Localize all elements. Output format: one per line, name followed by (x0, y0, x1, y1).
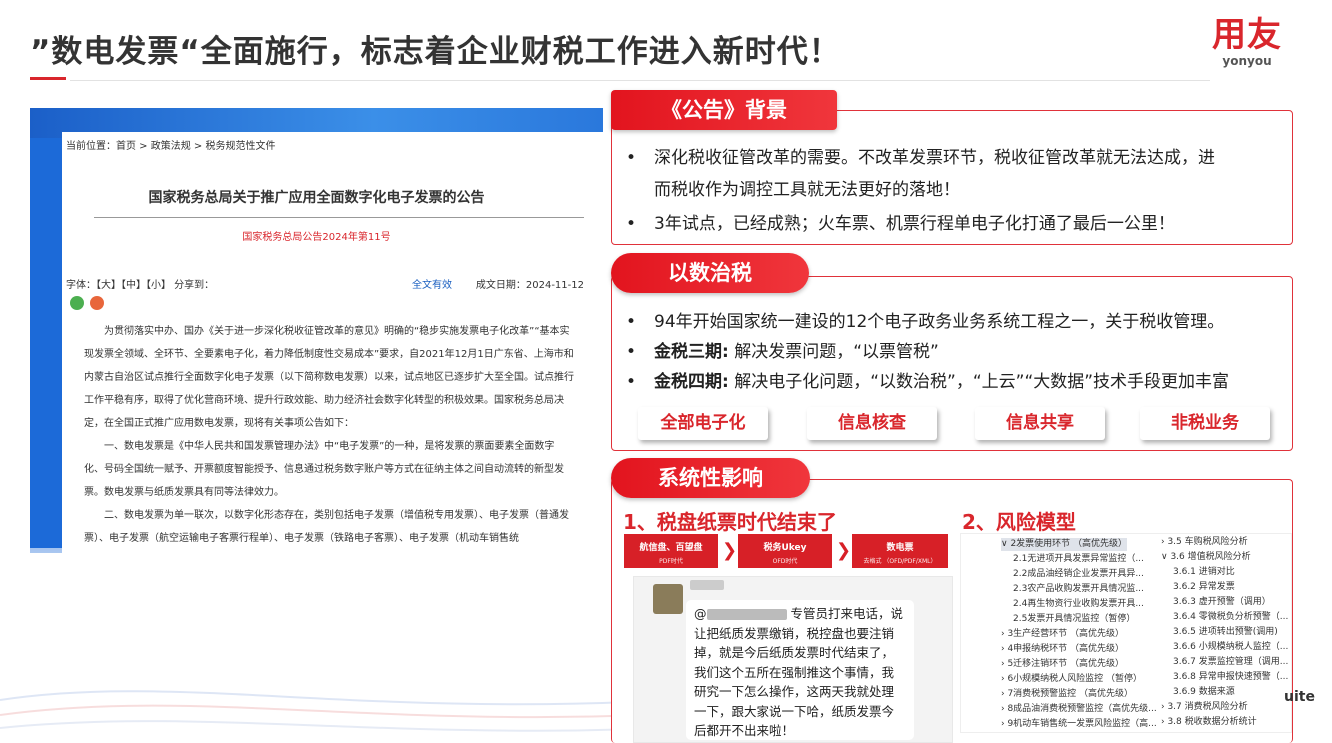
tree-item-right[interactable]: 3.6.4 零微税负分析预警（... (1173, 611, 1288, 624)
doc-paragraph: 二、数电发票为单一联次，以数字化形态存在，类别包括电子发票（增值税专用发票）、电… (84, 510, 569, 544)
chat-mention: @ (694, 606, 707, 621)
tree-item-left[interactable]: › 4申报纳税环节 （高优先级） (1001, 643, 1124, 656)
tag-data-governance: 以数治税 (611, 253, 809, 293)
tree-item-left[interactable]: › 8成品油消费税预警监控（高优先级... (1001, 703, 1157, 716)
bullet-text: 而税收作为调控工具就无法更好的落地！ (654, 180, 960, 200)
heading-risk-model: 2、风险模型 (962, 510, 1076, 534)
tree-item-left[interactable]: 2.4再生物资行业收购发票开具... (1013, 598, 1144, 611)
bullet-line: • 94年开始国家统一建设的12个电子政务业务系统工程之一，关于税收管理。 (626, 308, 1225, 337)
pill-info-share: 信息共享 (975, 407, 1105, 440)
tree-item-left[interactable]: 2.1无进项开具发票异常监控（... (1013, 553, 1144, 566)
flow-label: 税务Ukey (763, 543, 807, 553)
doc-paragraph: 一、数电发票是《中华人民共和国发票管理办法》中“电子发票”的一种，是将发票的票面… (84, 441, 564, 498)
bullet-dot: • (626, 148, 637, 168)
pill-non-tax: 非税业务 (1140, 407, 1270, 440)
chat-bubble: @ 专管员打来电话，说让把纸质发票缴销，税控盘也要注销掉，就是今后纸质发票时代结… (686, 600, 914, 740)
bullet-line: • 深化税收征管改革的需要。不改革发票环节，税收征管改革就无法达成，进 (626, 144, 1215, 173)
breadcrumb: 当前位置：首页 > 政策法规 > 税务规范性文件 (66, 141, 276, 152)
arrow-right-icon: ❯ (836, 540, 852, 561)
bullet-line: • 3年试点，已经成熟；火车票、机票行程单电子化打通了最后一公里！ (626, 210, 1175, 239)
arrow-right-icon: ❯ (722, 540, 738, 561)
bullet-dot: • (626, 342, 637, 362)
tree-item-right[interactable]: 3.6.2 异常发票 (1173, 581, 1235, 594)
bullet-line: 而税收作为调控工具就无法更好的落地！ (654, 176, 960, 205)
bullet-text: 深化税收征管改革的需要。不改革发票环节，税收征管改革就无法达成，进 (654, 148, 1215, 168)
tag-systemic-impact: 系统性影响 (611, 458, 810, 498)
tree-item-left[interactable]: › 3生产经营环节 （高优先级） (1001, 628, 1124, 641)
weibo-icon[interactable] (90, 296, 104, 310)
flow-step: 航信盘、百望盘 PDF时代 (624, 534, 718, 568)
bullet-text: 3年试点，已经成熟；火车票、机票行程单电子化打通了最后一公里！ (654, 214, 1175, 234)
title-divider (70, 80, 1210, 81)
page-title: ”数电发票“全面施行，标志着企业财税工作进入新时代！ (30, 34, 841, 70)
tree-item-left[interactable]: › 5迁移注销环节 （高优先级） (1001, 658, 1124, 671)
yonyou-logo: 用友 yonyou (1212, 16, 1282, 68)
tree-item-left[interactable]: › 7消费税预警监控 （高优先级） (1001, 688, 1133, 701)
validity-status: 全文有效 (412, 280, 452, 291)
tree-item-right[interactable]: 3.6.8 异常申报快速预警（... (1173, 671, 1288, 684)
flow-step: 数电票去格式 （OFD/PDF/XML） (852, 534, 948, 568)
tag-background: 《公告》背景 (611, 90, 837, 130)
tree-item-right[interactable]: 3.6.3 虚开预警（调用） (1173, 596, 1271, 609)
logo-en: yonyou (1222, 54, 1272, 68)
doc-divider (94, 217, 584, 218)
bullet-dot: • (626, 372, 637, 392)
chat-sender-name-redacted (690, 580, 724, 590)
title-accent-bar (30, 77, 66, 80)
bullet-text: 94年开始国家统一建设的12个电子政务业务系统工程之一，关于税收管理。 (654, 312, 1225, 332)
tree-item-right[interactable]: 3.6.9 数据来源 (1173, 686, 1235, 699)
tree-item-left[interactable]: ∨ 2发票使用环节 （高优先级） (1001, 538, 1128, 551)
doc-title: 国家税务总局关于推广应用全面数字化电子发票的公告 (148, 190, 485, 206)
flow-sub: 去格式 （OFD/PDF/XML） (863, 558, 937, 565)
bullet-bold: 金税三期: (654, 342, 729, 362)
flow-label: 航信盘、百望盘 (639, 543, 703, 553)
doc-date: 成文日期：2024-11-12 (475, 280, 584, 291)
heading-tax-disk-end: 1、税盘纸票时代结束了 (623, 510, 837, 534)
suite-label: uite (1284, 689, 1315, 705)
bullet-dot: • (626, 214, 637, 234)
tree-item-right[interactable]: 3.6.6 小规模纳税人监控（... (1173, 641, 1288, 654)
bullet-text: 解决发票问题，“以票管税” (728, 342, 939, 362)
redacted-name (706, 609, 787, 620)
tree-item-right[interactable]: › 3.8 税收数据分析统计 (1161, 716, 1257, 729)
avatar (653, 584, 683, 614)
wechat-icon[interactable] (70, 296, 84, 310)
tree-item-right[interactable]: › 3.7 消费税风险分析 (1161, 701, 1248, 714)
tree-item-right[interactable]: 3.6.7 发票监控管理（调用... (1173, 656, 1288, 669)
tree-item-left[interactable]: 2.3农产品收购发票开具情况监... (1013, 583, 1144, 596)
bullet-line: • 金税三期: 解决发票问题，“以票管税” (626, 338, 939, 367)
risk-model-tree: ∨ 2发票使用环节 （高优先级） 2.1无进项开具发票异常监控（... 2.2成品油… (960, 533, 1292, 733)
tree-item-right[interactable]: 3.6.5 进项转出预警(调用) (1173, 626, 1278, 639)
logo-cn: 用友 (1212, 15, 1282, 55)
doc-body: 为贯彻落实中办、国办《关于进一步深化税收征管改革的意见》明确的“稳步实施发票电子… (84, 320, 574, 550)
pill-all-digital: 全部电子化 (638, 407, 768, 440)
tree-item-right[interactable]: 3.6.1 进销对比 (1173, 566, 1235, 579)
doc-paragraph: 为贯彻落实中办、国办《关于进一步深化税收征管改革的意见》明确的“稳步实施发票电子… (84, 326, 574, 429)
bullet-dot: • (626, 312, 637, 332)
tree-item-left[interactable]: › 6小规模纳税人风险监控 （暂停） (1001, 673, 1142, 686)
flow-sub: PDF时代 (659, 558, 683, 565)
flow-sub: OFD时代 (772, 558, 798, 565)
bullet-text: 解决电子化问题，“以数治税”，“上云”“大数据”技术手段更加丰富 (728, 372, 1230, 392)
font-size-links[interactable]: 字体：【大】【中】【小】 分享到： (66, 280, 214, 291)
tree-item-left[interactable]: 2.5发票开具情况监控（暂停） (1013, 613, 1135, 626)
chat-message: 专管员打来电话，说让把纸质发票缴销，税控盘也要注销掉，就是今后纸质发票时代结束了… (694, 606, 903, 738)
flow-step: 税务Ukey OFD时代 (738, 534, 832, 568)
flow-label: 数电票 (886, 543, 914, 553)
tree-item-left[interactable]: 2.2成品油经销企业发票开具异... (1013, 568, 1144, 581)
tree-item-left[interactable]: › 9机动车销售统一发票风险监控（高... (1001, 718, 1157, 731)
bullet-bold: 金税四期: (654, 372, 729, 392)
bullet-line: • 金税四期: 解决电子化问题，“以数治税”，“上云”“大数据”技术手段更加丰富 (626, 368, 1230, 397)
pill-info-verify: 信息核查 (807, 407, 937, 440)
tree-item-right[interactable]: › 3.5 车购税风险分析 (1161, 536, 1248, 549)
doc-number: 国家税务总局公告2024年第11号 (242, 232, 391, 243)
doc-meta: 字体：【大】【中】【小】 分享到： 全文有效 成文日期：2024-11-12 (66, 276, 584, 291)
tree-item-right[interactable]: ∨ 3.6 增值税风险分析 (1161, 551, 1251, 564)
